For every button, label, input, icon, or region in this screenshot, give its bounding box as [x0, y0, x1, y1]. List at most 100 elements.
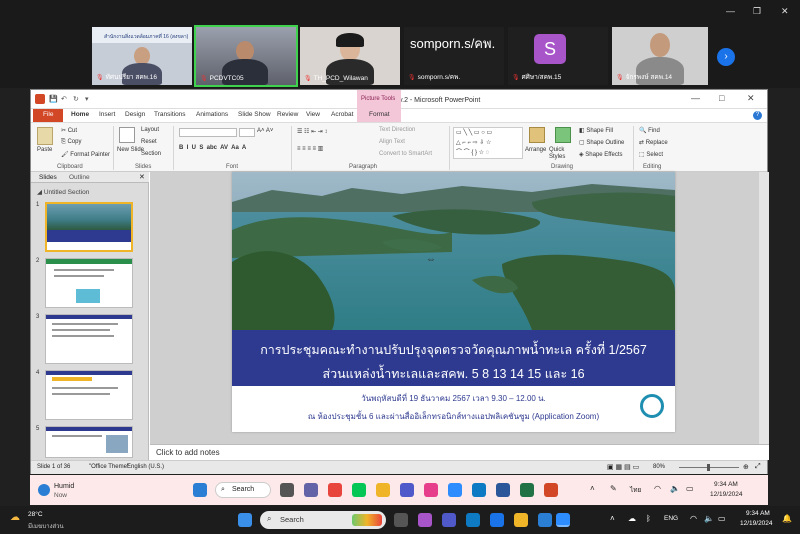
- alignment-icons[interactable]: ≡ ≡ ≡ ≡ ▥: [297, 145, 323, 152]
- temperature[interactable]: 28°C: [28, 511, 43, 518]
- slide-thumbnail-1[interactable]: [45, 202, 133, 252]
- close-pane-icon[interactable]: ✕: [139, 173, 145, 181]
- volume-icon[interactable]: 🔈: [704, 514, 714, 523]
- file-explorer-icon[interactable]: [376, 483, 390, 497]
- participant-tile-active[interactable]: 🎙 PCDVTC05: [194, 25, 298, 87]
- teams-icon[interactable]: [442, 513, 456, 527]
- edge-icon[interactable]: [472, 483, 486, 497]
- tab-insert[interactable]: Insert: [99, 111, 115, 118]
- shapes-gallery[interactable]: ▭ ╲ ╲ ▭ ○ ▭ △ ⌐ ⌐ ⇨ ⇩ ☆ ⌒ ⌒ { } ☆ ◌: [453, 127, 523, 159]
- tab-design[interactable]: Design: [125, 111, 145, 118]
- participant-tile[interactable]: S 🎙 ศศิษา/สคพ.15: [508, 27, 608, 85]
- clock-date[interactable]: 12/19/2024: [740, 520, 773, 527]
- input-language[interactable]: ENG: [664, 515, 678, 522]
- minimize-icon[interactable]: —: [691, 93, 700, 103]
- slide-title-line1[interactable]: การประชุมคณะทำงานปรับปรุงจุดตรวจวัดคุณภา…: [232, 340, 675, 360]
- search-box[interactable]: ⌕ Search: [260, 511, 386, 529]
- copy-button[interactable]: ⎘ Copy: [61, 139, 81, 146]
- replace-button[interactable]: ⇄ Replace: [639, 139, 668, 146]
- font-size-box[interactable]: [239, 128, 255, 137]
- slide-venue-line[interactable]: ณ ห้องประชุมชั้น 6 และผ่านสื่ออิเล็กทรอน…: [232, 410, 675, 423]
- slide-thumbnail-4[interactable]: [45, 370, 133, 420]
- close-icon[interactable]: ✕: [781, 6, 789, 17]
- outline-tab[interactable]: Outline: [69, 174, 90, 181]
- paste-button[interactable]: Paste: [37, 147, 52, 153]
- arrange-button[interactable]: Arrange: [525, 147, 546, 153]
- windows-start-icon[interactable]: [193, 483, 207, 497]
- tab-home[interactable]: Home: [71, 111, 89, 118]
- snipping-icon[interactable]: [424, 483, 438, 497]
- quick-styles-icon[interactable]: [555, 127, 571, 143]
- shape-effects-button[interactable]: ◈ Shape Effects: [579, 151, 623, 158]
- powerpoint-icon[interactable]: [544, 483, 558, 497]
- close-icon[interactable]: ✕: [747, 93, 755, 104]
- slide-thumbnail-2[interactable]: [45, 258, 133, 308]
- participant-tile[interactable]: 🎙 จักรพงษ์ สคพ.14: [612, 27, 708, 85]
- participant-tile[interactable]: somporn.s/คพ. 🎙 somporn.s/คพ.: [404, 27, 504, 85]
- seascape-photo[interactable]: [232, 172, 675, 330]
- cloud-icon[interactable]: ☁: [628, 514, 636, 523]
- zoom-slider-thumb[interactable]: [707, 464, 710, 471]
- store-icon[interactable]: [538, 513, 552, 527]
- pen-icon[interactable]: ✎: [610, 484, 617, 493]
- align-text-button[interactable]: Align Text: [379, 139, 405, 145]
- line-icon[interactable]: [352, 483, 366, 497]
- teams-chat-icon[interactable]: [400, 483, 414, 497]
- bullets-numbering-icon[interactable]: ☰ ☷ ⇤ ⇥ ↕: [297, 128, 327, 135]
- help-icon[interactable]: ?: [753, 111, 762, 120]
- reset-button[interactable]: Reset: [141, 139, 157, 145]
- save-icon[interactable]: 💾: [49, 95, 58, 103]
- slide-date-line[interactable]: วันพฤหัสบดีที่ 19 ธันวาคม 2567 เวลา 9.30…: [232, 392, 675, 405]
- shape-fill-button[interactable]: ◧ Shape Fill: [579, 127, 613, 134]
- tab-file[interactable]: File: [43, 111, 53, 118]
- tab-review[interactable]: Review: [277, 111, 298, 118]
- layout-button[interactable]: Layout: [141, 127, 159, 133]
- notes-pane[interactable]: Click to add notes: [150, 444, 769, 460]
- restore-icon[interactable]: ❐: [753, 6, 761, 17]
- tray-chevron-icon[interactable]: ˄: [590, 484, 595, 493]
- input-language[interactable]: ไทย: [630, 485, 641, 495]
- tab-format[interactable]: Format: [369, 111, 390, 118]
- shape-outline-button[interactable]: ▢ Shape Outline: [579, 139, 624, 146]
- slide-thumbnail-5[interactable]: [45, 426, 133, 458]
- battery-icon[interactable]: ▭: [686, 484, 694, 493]
- task-view-icon[interactable]: [280, 483, 294, 497]
- slide-title-line2[interactable]: ส่วนแหล่งน้ำทะเลและสคพ. 5 8 13 14 15 และ…: [232, 364, 675, 384]
- mail-icon[interactable]: [490, 513, 504, 527]
- teams-icon[interactable]: [304, 483, 318, 497]
- cut-button[interactable]: ✂ Cut: [61, 127, 77, 134]
- font-name-box[interactable]: [179, 128, 237, 137]
- format-painter-button[interactable]: 🖌 Format Painter: [61, 151, 110, 158]
- view-buttons-icon[interactable]: ▣ ▦ ▤ ▭: [607, 463, 639, 471]
- zoom-app-icon[interactable]: [556, 513, 570, 527]
- slide-thumbnail-3[interactable]: [45, 314, 133, 364]
- tab-transitions[interactable]: Transitions: [154, 111, 186, 118]
- find-button[interactable]: 🔍 Find: [639, 127, 660, 134]
- vertical-scrollbar[interactable]: [759, 172, 769, 444]
- remote-clock-time[interactable]: 9:34 AM: [714, 481, 738, 488]
- excel-icon[interactable]: [520, 483, 534, 497]
- slide-editor[interactable]: การประชุมคณะทำงานปรับปรุงจุดตรวจวัดคุณภา…: [150, 172, 769, 444]
- zoom-app-icon[interactable]: [448, 483, 462, 497]
- grow-shrink-font-icon[interactable]: A˄ A˅: [257, 128, 273, 134]
- select-button[interactable]: ⬚ Select: [639, 151, 663, 158]
- zoom-level[interactable]: 80%: [653, 464, 665, 470]
- tray-chevron-icon[interactable]: ˄: [610, 514, 615, 523]
- wifi-icon[interactable]: ◠: [654, 484, 661, 493]
- section-button[interactable]: Section: [141, 151, 161, 157]
- arrange-icon[interactable]: [529, 127, 545, 143]
- quick-styles-button[interactable]: Quick Styles: [549, 147, 577, 161]
- new-slide-button[interactable]: New Slide: [117, 147, 144, 153]
- fit-slide-icon[interactable]: ⤢: [755, 463, 761, 471]
- edge-icon[interactable]: [466, 513, 480, 527]
- tab-slide-show[interactable]: Slide Show: [238, 111, 271, 118]
- remote-clock-date[interactable]: 12/19/2024: [710, 491, 743, 498]
- wifi-icon[interactable]: ◠: [690, 514, 697, 523]
- paste-icon[interactable]: [37, 127, 53, 145]
- participant-tile[interactable]: สำนักงานสิ่งแวดล้อมภาคที่ 16 (สงขลา) 🎙 ทั…: [92, 27, 192, 85]
- chrome-icon[interactable]: [328, 483, 342, 497]
- notes-placeholder[interactable]: Click to add notes: [156, 448, 220, 457]
- taskbar-search-box[interactable]: ⌕ Search: [215, 482, 271, 498]
- tab-view[interactable]: View: [306, 111, 320, 118]
- tab-acrobat[interactable]: Acrobat: [331, 111, 353, 118]
